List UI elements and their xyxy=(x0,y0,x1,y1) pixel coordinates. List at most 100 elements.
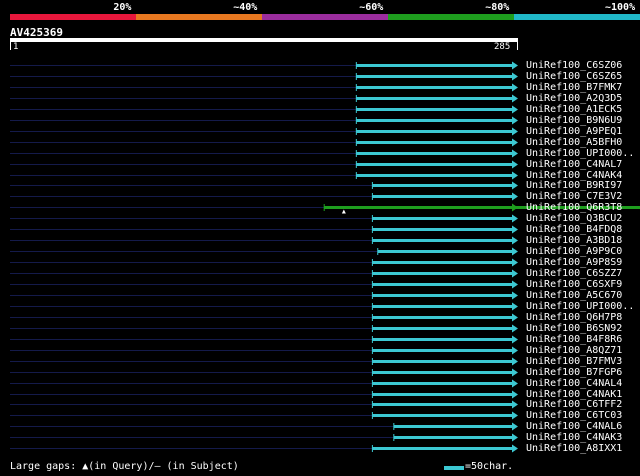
hit-bar xyxy=(372,184,513,187)
hit-row[interactable] xyxy=(10,138,518,147)
hit-arrow-icon xyxy=(512,94,518,103)
hit-label[interactable]: UniRef100_C4NAL4 xyxy=(526,378,622,389)
hit-row[interactable] xyxy=(10,400,518,409)
hit-label[interactable]: UniRef100_UPI000.. xyxy=(526,148,634,159)
hit-row[interactable] xyxy=(10,291,518,300)
hit-label[interactable]: UniRef100_B4FDQ8 xyxy=(526,224,622,235)
hit-bar xyxy=(372,217,513,220)
hit-arrow-icon xyxy=(512,302,518,311)
hit-arrow-icon xyxy=(512,138,518,147)
hit-row[interactable] xyxy=(10,444,518,453)
hit-bar xyxy=(372,447,513,450)
hit-label[interactable]: UniRef100_C4NAL7 xyxy=(526,159,622,170)
hit-bar xyxy=(372,239,513,242)
hit-label[interactable]: UniRef100_A9P9C0 xyxy=(526,246,622,257)
hit-row[interactable] xyxy=(10,105,518,114)
hit-bar xyxy=(372,403,513,406)
hit-row[interactable] xyxy=(10,269,518,278)
hit-label[interactable]: UniRef100_C6SZZ7 xyxy=(526,268,622,279)
hit-arrow-icon xyxy=(512,83,518,92)
hit-bar xyxy=(372,316,513,319)
hit-row[interactable] xyxy=(10,302,518,311)
hit-label[interactable]: UniRef100_B9N6U9 xyxy=(526,115,622,126)
hit-row[interactable] xyxy=(10,280,518,289)
hit-arrow-icon xyxy=(512,225,518,234)
hit-row[interactable] xyxy=(10,181,518,190)
hit-bar xyxy=(377,250,513,253)
hit-row[interactable] xyxy=(10,149,518,158)
hit-label[interactable]: UniRef100_B7FMV3 xyxy=(526,356,622,367)
hit-label[interactable]: UniRef100_A5BFH0 xyxy=(526,137,622,148)
hit-row[interactable] xyxy=(10,335,518,344)
hit-label[interactable]: UniRef100_B7FMK7 xyxy=(526,82,622,93)
hit-arrow-icon xyxy=(512,214,518,223)
hit-arrow-icon xyxy=(512,346,518,355)
hit-row[interactable] xyxy=(10,236,518,245)
hit-label[interactable]: UniRef100_A9PEQ1 xyxy=(526,126,622,137)
hit-arrow-icon xyxy=(512,149,518,158)
hit-bar xyxy=(356,130,513,133)
hit-bar xyxy=(372,349,513,352)
hit-label[interactable]: UniRef100_A1ECK5 xyxy=(526,104,622,115)
hit-label[interactable]: UniRef100_UPI000.. xyxy=(526,301,634,312)
hit-row[interactable] xyxy=(10,171,518,180)
hit-label[interactable]: UniRef100_Q6R3T8 xyxy=(526,202,622,213)
hit-row[interactable] xyxy=(10,313,518,322)
hit-row[interactable] xyxy=(10,411,518,420)
hit-bar xyxy=(356,174,513,177)
hit-row[interactable] xyxy=(10,225,518,234)
hit-row[interactable] xyxy=(10,258,518,267)
hit-row[interactable] xyxy=(10,324,518,333)
hit-bar xyxy=(393,436,513,439)
hit-arrow-icon xyxy=(512,411,518,420)
hit-label[interactable]: UniRef100_A8IXX1 xyxy=(526,443,622,454)
hit-row[interactable] xyxy=(10,83,518,92)
hit-label[interactable]: UniRef100_A3BD18 xyxy=(526,235,622,246)
hit-row[interactable] xyxy=(10,94,518,103)
hit-row[interactable] xyxy=(10,192,518,201)
hit-label[interactable]: UniRef100_A8QZ71 xyxy=(526,345,622,356)
hit-row[interactable] xyxy=(10,116,518,125)
hit-label[interactable]: UniRef100_C6TC03 xyxy=(526,410,622,421)
hit-label[interactable]: UniRef100_Q6H7P8 xyxy=(526,312,622,323)
hit-row[interactable] xyxy=(10,346,518,355)
hit-arrow-icon xyxy=(512,368,518,377)
hit-label[interactable]: UniRef100_B4F8R6 xyxy=(526,334,622,345)
hit-label[interactable]: UniRef100_C6SZ06 xyxy=(526,60,622,71)
hit-row[interactable] xyxy=(10,247,518,256)
hit-arrow-icon xyxy=(512,258,518,267)
hit-label[interactable]: UniRef100_C4NAL6 xyxy=(526,421,622,432)
hit-bar xyxy=(356,141,513,144)
hit-row[interactable] xyxy=(10,368,518,377)
hit-label[interactable]: UniRef100_C4NAK3 xyxy=(526,432,622,443)
hit-label[interactable]: UniRef100_A2Q3D5 xyxy=(526,93,622,104)
hit-bar xyxy=(372,371,513,374)
hit-label[interactable]: UniRef100_C7E3V2 xyxy=(526,191,622,202)
hit-row[interactable] xyxy=(10,72,518,81)
hit-bar xyxy=(372,283,513,286)
hit-row[interactable] xyxy=(10,61,518,70)
hit-label[interactable]: UniRef100_B9RI97 xyxy=(526,180,622,191)
hit-row[interactable] xyxy=(10,160,518,169)
hit-label[interactable]: UniRef100_C6SXF9 xyxy=(526,279,622,290)
hit-row[interactable] xyxy=(10,422,518,431)
hit-arrow-icon xyxy=(512,379,518,388)
hit-label[interactable]: UniRef100_C6TFF2 xyxy=(526,399,622,410)
hit-row[interactable] xyxy=(10,390,518,399)
hit-arrow-icon xyxy=(512,280,518,289)
hit-arrow-icon xyxy=(512,203,518,212)
hit-bar xyxy=(372,294,513,297)
hit-row[interactable] xyxy=(10,127,518,136)
hit-label[interactable]: UniRef100_B7FGP6 xyxy=(526,367,622,378)
hit-label[interactable]: UniRef100_Q3BCU2 xyxy=(526,213,622,224)
hit-bar xyxy=(372,414,513,417)
hit-row[interactable] xyxy=(10,357,518,366)
hit-label[interactable]: UniRef100_A9P8S9 xyxy=(526,257,622,268)
hit-label[interactable]: UniRef100_B6SN92 xyxy=(526,323,622,334)
hit-label[interactable]: UniRef100_C6SZ65 xyxy=(526,71,622,82)
hit-bar xyxy=(372,305,513,308)
hit-label[interactable]: UniRef100_A5C670 xyxy=(526,290,622,301)
hit-row[interactable] xyxy=(10,379,518,388)
hit-row[interactable] xyxy=(10,433,518,442)
hit-row[interactable] xyxy=(10,214,518,223)
